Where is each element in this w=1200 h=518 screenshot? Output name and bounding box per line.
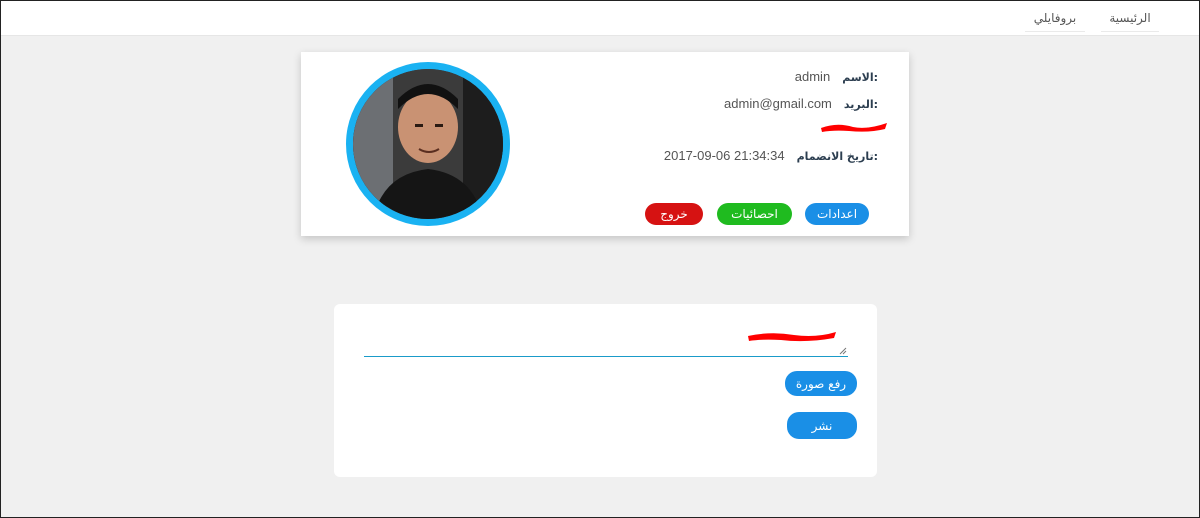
settings-button[interactable]: اعدادات: [805, 203, 869, 225]
nav-home-link[interactable]: الرئيسية: [1101, 5, 1159, 32]
publish-button[interactable]: نشر: [787, 412, 857, 439]
nav-profile-link[interactable]: بروفايلي: [1025, 5, 1085, 32]
top-navbar: الرئيسية بروفايلي: [1, 1, 1199, 36]
resize-handle-icon[interactable]: [839, 347, 847, 355]
email-value: admin@gmail.com: [724, 96, 832, 111]
name-value: admin: [794, 69, 831, 84]
avatar: [346, 62, 510, 226]
info-name-row: الاسم: admin: [795, 69, 878, 84]
stats-button[interactable]: احصائيات: [717, 203, 792, 225]
joined-label: تاريخ الانضمام:: [796, 150, 878, 163]
user-photo-icon: [353, 69, 503, 219]
logout-button[interactable]: خروج: [645, 203, 703, 225]
info-joined-row: تاريخ الانضمام: 2017-09-06 21:34:34: [664, 148, 878, 163]
info-email-row: البريد: admin@gmail.com: [724, 96, 878, 111]
profile-card: الاسم: admin البريد: admin@gmail.com تار…: [301, 52, 909, 236]
post-composer-card: رفع صورة نشر: [334, 304, 877, 477]
email-label: البريد:: [843, 98, 878, 111]
name-label: الاسم:: [842, 71, 878, 84]
redaction-scribble-icon: [748, 332, 836, 342]
upload-image-button[interactable]: رفع صورة: [785, 371, 857, 396]
redaction-scribble-icon: [821, 123, 887, 132]
joined-value: 2017-09-06 21:34:34: [663, 148, 785, 163]
